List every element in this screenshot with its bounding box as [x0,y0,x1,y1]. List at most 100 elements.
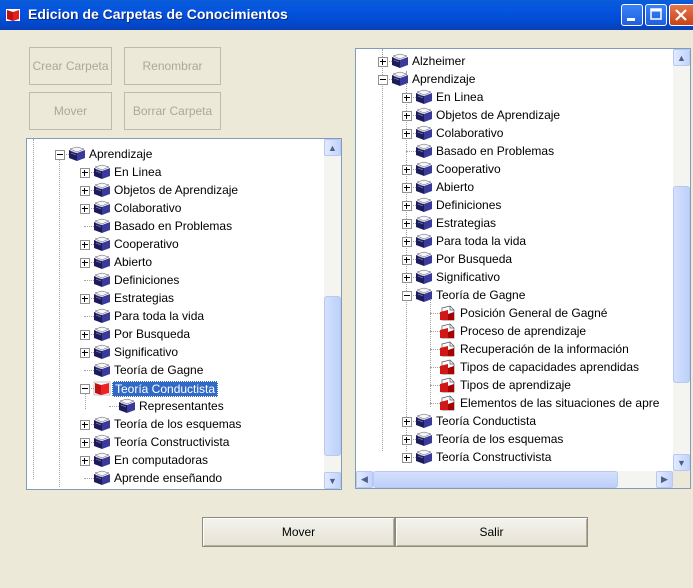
tree-item-label[interactable]: Objetos de Aprendizaje [434,108,562,122]
tree-item[interactable]: Abierto [27,253,323,271]
renombrar-button[interactable]: Renombrar [124,47,221,85]
tree-item[interactable]: Proceso de aprendizaje [356,322,672,340]
tree-item-label[interactable]: Proceso de aprendizaje [458,324,588,338]
tree-item-label[interactable]: Abierto [112,255,154,269]
tree-item[interactable]: Objetos de Aprendizaje [27,181,323,199]
tree-item-label[interactable]: Teoría Constructivista [112,435,231,449]
right-folder-tree[interactable]: ▲ ▼ ◀ ▶ Alzheimer Aprendizaje En Linea Obje… [355,48,691,489]
collapse-icon[interactable] [378,75,388,85]
tree-item[interactable]: Estrategias [27,289,323,307]
scroll-down-button[interactable]: ▼ [324,472,341,489]
tree-item-label[interactable]: Aprendizaje [410,72,477,86]
expand-icon[interactable] [402,219,412,229]
tree-item-label[interactable]: Para toda la vida [434,234,528,248]
expand-icon[interactable] [80,294,90,304]
title-bar[interactable]: Edicion de Carpetas de Conocimientos [0,0,693,30]
expand-icon[interactable] [80,186,90,196]
tree-item-label[interactable]: Representantes [137,399,226,413]
expand-icon[interactable] [402,129,412,139]
tree-item-label[interactable]: Significativo [434,270,502,284]
tree-item-label[interactable]: Teoría Constructivista [434,450,553,464]
tree-item[interactable]: Aprende enseñando [27,469,323,487]
tree-item-label[interactable]: Definiciones [112,273,181,287]
tree-item[interactable]: Teoría de Gagne [27,361,323,379]
tree-item-label[interactable]: Colaborativo [112,201,183,215]
tree-item-label[interactable]: Definiciones [434,198,503,212]
tree-item-label[interactable]: Posición General de Gagné [458,306,609,320]
mover-top-button[interactable]: Mover [29,92,112,130]
left-vertical-scrollbar[interactable]: ▲ ▼ [324,139,341,489]
tree-item[interactable]: Teoría de Gagne [356,286,672,304]
expand-icon[interactable] [378,57,388,67]
minimize-button[interactable] [621,4,643,26]
tree-item[interactable]: Cooperativo [356,160,672,178]
expand-icon[interactable] [80,240,90,250]
tree-item-label[interactable]: Colaborativo [434,126,505,140]
scroll-up-button[interactable]: ▲ [673,49,690,66]
tree-item-label[interactable]: Elementos de las situaciones de apre [458,396,661,410]
tree-item[interactable]: Colaborativo [27,199,323,217]
expand-icon[interactable] [402,111,412,121]
tree-item[interactable]: Para toda la vida [356,232,672,250]
right-vertical-scrollbar[interactable]: ▲ ▼ [673,49,690,471]
tree-item-label[interactable]: Cooperativo [434,162,503,176]
tree-item-label[interactable]: Aprendizaje [87,147,154,161]
tree-item[interactable]: Estrategias [356,214,672,232]
scroll-thumb[interactable] [324,296,341,456]
collapse-icon[interactable] [402,291,412,301]
tree-item[interactable]: Por Busqueda [356,250,672,268]
expand-icon[interactable] [402,183,412,193]
tree-item[interactable]: Elementos de las situaciones de apre [356,394,672,412]
tree-item[interactable]: Posición General de Gagné [356,304,672,322]
tree-item-label[interactable]: Tipos de capacidades aprendidas [458,360,641,374]
crear-carpeta-button[interactable]: Crear Carpeta [29,47,112,85]
expand-icon[interactable] [402,237,412,247]
tree-item-label[interactable]: Alzheimer [410,54,467,68]
scroll-thumb[interactable] [673,186,690,383]
tree-item-label[interactable]: Teoría Conductista [434,414,538,428]
scroll-left-button[interactable]: ◀ [356,471,373,488]
maximize-button[interactable] [645,4,667,26]
tree-item-label[interactable]: Teoría Conductista [112,381,219,397]
expand-icon[interactable] [80,258,90,268]
left-folder-tree[interactable]: ▲ ▼ Aprendizaje En Linea Objetos de Aprend… [26,138,342,490]
tree-item-label[interactable]: Por Busqueda [434,252,514,266]
tree-item[interactable]: Tipos de capacidades aprendidas [356,358,672,376]
expand-icon[interactable] [402,255,412,265]
scroll-down-button[interactable]: ▼ [673,454,690,471]
tree-item-label[interactable]: Basado en Problemas [434,144,556,158]
tree-item[interactable]: Teoría Conductista [27,379,323,397]
expand-icon[interactable] [80,330,90,340]
scroll-thumb-horizontal[interactable] [373,471,618,488]
expand-icon[interactable] [80,348,90,358]
tree-item[interactable]: Objetos de Aprendizaje [356,106,672,124]
tree-item[interactable]: Para toda la vida [27,307,323,325]
tree-item[interactable]: Teoría de los esquemas [356,430,672,448]
tree-item[interactable]: Teoría Constructivista [356,448,672,466]
tree-item[interactable]: Significativo [356,268,672,286]
expand-icon[interactable] [80,204,90,214]
tree-item-label[interactable]: Teoría de Gagne [434,288,527,302]
tree-item[interactable]: Basado en Problemas [27,217,323,235]
expand-icon[interactable] [402,453,412,463]
expand-icon[interactable] [80,168,90,178]
close-button[interactable] [669,4,693,26]
tree-item-label[interactable]: Teoría de los esquemas [434,432,565,446]
tree-item[interactable]: En Linea [356,88,672,106]
expand-icon[interactable] [402,165,412,175]
tree-item-label[interactable]: Teoría de los esquemas [112,417,243,431]
expand-icon[interactable] [80,456,90,466]
borrar-carpeta-button[interactable]: Borrar Carpeta [124,92,221,130]
expand-icon[interactable] [402,201,412,211]
tree-item-label[interactable]: En Linea [112,165,163,179]
tree-item-label[interactable]: Estrategias [434,216,498,230]
tree-item-label[interactable]: En computadoras [112,453,210,467]
tree-item[interactable]: Recuperación de la información [356,340,672,358]
right-horizontal-scrollbar[interactable]: ◀ ▶ [356,471,673,488]
tree-item[interactable]: Teoría de los esquemas [27,415,323,433]
collapse-icon[interactable] [55,150,65,160]
tree-item-label[interactable]: Por Busqueda [112,327,192,341]
tree-item[interactable]: Definiciones [27,271,323,289]
expand-icon[interactable] [402,417,412,427]
tree-item[interactable]: Representantes [27,397,323,415]
